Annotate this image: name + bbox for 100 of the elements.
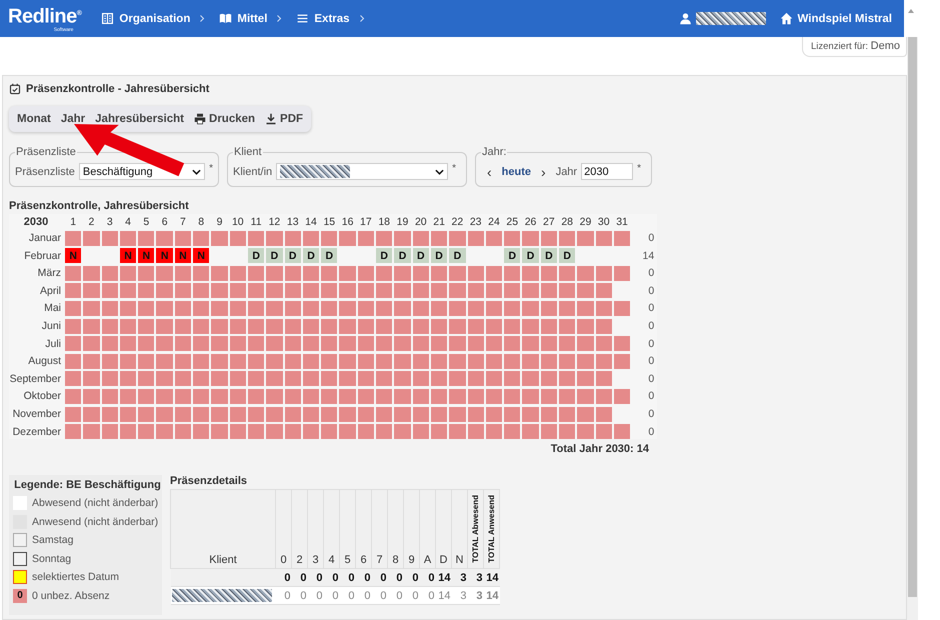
day-cell[interactable]: [156, 354, 173, 369]
day-cell[interactable]: [339, 318, 356, 334]
day-cell[interactable]: [193, 318, 210, 334]
day-cell[interactable]: D: [412, 248, 429, 264]
day-cell[interactable]: D: [559, 248, 576, 264]
day-cell[interactable]: [174, 283, 192, 298]
day-cell[interactable]: [174, 406, 192, 422]
day-cell[interactable]: [230, 424, 246, 440]
day-cell[interactable]: [522, 336, 539, 352]
day-cell[interactable]: [358, 406, 374, 422]
day-cell[interactable]: [156, 388, 173, 404]
day-cell[interactable]: [248, 318, 264, 334]
day-cell[interactable]: [230, 388, 246, 404]
day-cell[interactable]: [174, 336, 192, 352]
day-cell[interactable]: [522, 230, 539, 246]
day-cell[interactable]: [614, 354, 630, 369]
day-cell[interactable]: [486, 371, 502, 386]
day-cell[interactable]: [449, 424, 466, 440]
day-cell[interactable]: [468, 336, 484, 352]
day-cell[interactable]: [540, 230, 558, 246]
day-cell[interactable]: [83, 371, 100, 386]
day-cell[interactable]: N: [65, 248, 82, 264]
day-cell[interactable]: [266, 318, 283, 334]
day-cell[interactable]: [559, 318, 576, 334]
day-cell[interactable]: [376, 336, 392, 352]
day-cell[interactable]: [596, 283, 612, 298]
day-cell[interactable]: [577, 300, 594, 316]
day-cell[interactable]: [266, 230, 283, 246]
day-cell[interactable]: [230, 266, 246, 281]
day-cell[interactable]: [120, 388, 136, 404]
day-cell[interactable]: [102, 230, 118, 246]
day-cell[interactable]: [302, 354, 320, 369]
day-cell[interactable]: [430, 388, 448, 404]
day-cell[interactable]: [339, 354, 356, 369]
day-cell[interactable]: [284, 336, 301, 352]
day-cell[interactable]: [339, 336, 356, 352]
day-cell[interactable]: [83, 300, 100, 316]
day-cell[interactable]: [138, 424, 154, 440]
day-cell[interactable]: [248, 300, 264, 316]
day-cell[interactable]: [284, 283, 301, 298]
day-cell[interactable]: [504, 406, 520, 422]
day-cell[interactable]: [449, 318, 466, 334]
day-cell[interactable]: [358, 318, 374, 334]
day-cell[interactable]: [394, 424, 411, 440]
day-cell[interactable]: [522, 318, 539, 334]
day-cell[interactable]: [376, 424, 392, 440]
day-cell[interactable]: [284, 406, 301, 422]
day-cell[interactable]: [230, 230, 246, 246]
day-cell[interactable]: [120, 406, 136, 422]
day-cell[interactable]: [156, 266, 173, 281]
day-cell[interactable]: [248, 266, 264, 281]
day-cell[interactable]: [449, 406, 466, 422]
day-cell[interactable]: [468, 283, 484, 298]
day-cell[interactable]: [394, 406, 411, 422]
day-cell[interactable]: [83, 336, 100, 352]
day-cell[interactable]: D: [449, 248, 466, 264]
day-cell[interactable]: [522, 371, 539, 386]
day-cell[interactable]: [321, 354, 338, 369]
day-cell[interactable]: [376, 230, 392, 246]
day-cell[interactable]: [65, 230, 82, 246]
day-cell[interactable]: [321, 300, 338, 316]
day-cell[interactable]: [449, 388, 466, 404]
day-cell[interactable]: [120, 300, 136, 316]
day-cell[interactable]: [138, 371, 154, 386]
day-cell[interactable]: [65, 336, 82, 352]
day-cell[interactable]: [83, 406, 100, 422]
day-cell[interactable]: [540, 336, 558, 352]
toolbar-button[interactable]: PDF: [261, 111, 308, 127]
day-cell[interactable]: [102, 336, 118, 352]
day-cell[interactable]: [321, 336, 338, 352]
day-cell[interactable]: [302, 406, 320, 422]
day-cell[interactable]: [504, 283, 520, 298]
day-cell[interactable]: [120, 371, 136, 386]
day-cell[interactable]: [412, 318, 429, 334]
day-cell[interactable]: [248, 283, 264, 298]
day-cell[interactable]: [302, 300, 320, 316]
day-cell[interactable]: [65, 300, 82, 316]
day-cell[interactable]: [468, 300, 484, 316]
day-cell[interactable]: [376, 388, 392, 404]
day-cell[interactable]: [193, 283, 210, 298]
next-button[interactable]: ›: [535, 164, 552, 178]
day-cell[interactable]: [468, 371, 484, 386]
day-cell[interactable]: [614, 230, 630, 246]
day-cell[interactable]: [138, 318, 154, 334]
day-cell[interactable]: [358, 354, 374, 369]
day-cell[interactable]: [321, 406, 338, 422]
day-cell[interactable]: [559, 230, 576, 246]
day-cell[interactable]: [138, 336, 154, 352]
day-cell[interactable]: [65, 283, 82, 298]
day-cell[interactable]: [174, 266, 192, 281]
day-cell[interactable]: [468, 266, 484, 281]
day-cell[interactable]: [486, 336, 502, 352]
day-cell[interactable]: [559, 266, 576, 281]
day-cell[interactable]: [193, 354, 210, 369]
day-cell[interactable]: [211, 283, 228, 298]
day-cell[interactable]: [174, 371, 192, 386]
day-cell[interactable]: [339, 266, 356, 281]
day-cell[interactable]: [248, 388, 264, 404]
day-cell[interactable]: [596, 388, 612, 404]
day-cell[interactable]: [430, 283, 448, 298]
